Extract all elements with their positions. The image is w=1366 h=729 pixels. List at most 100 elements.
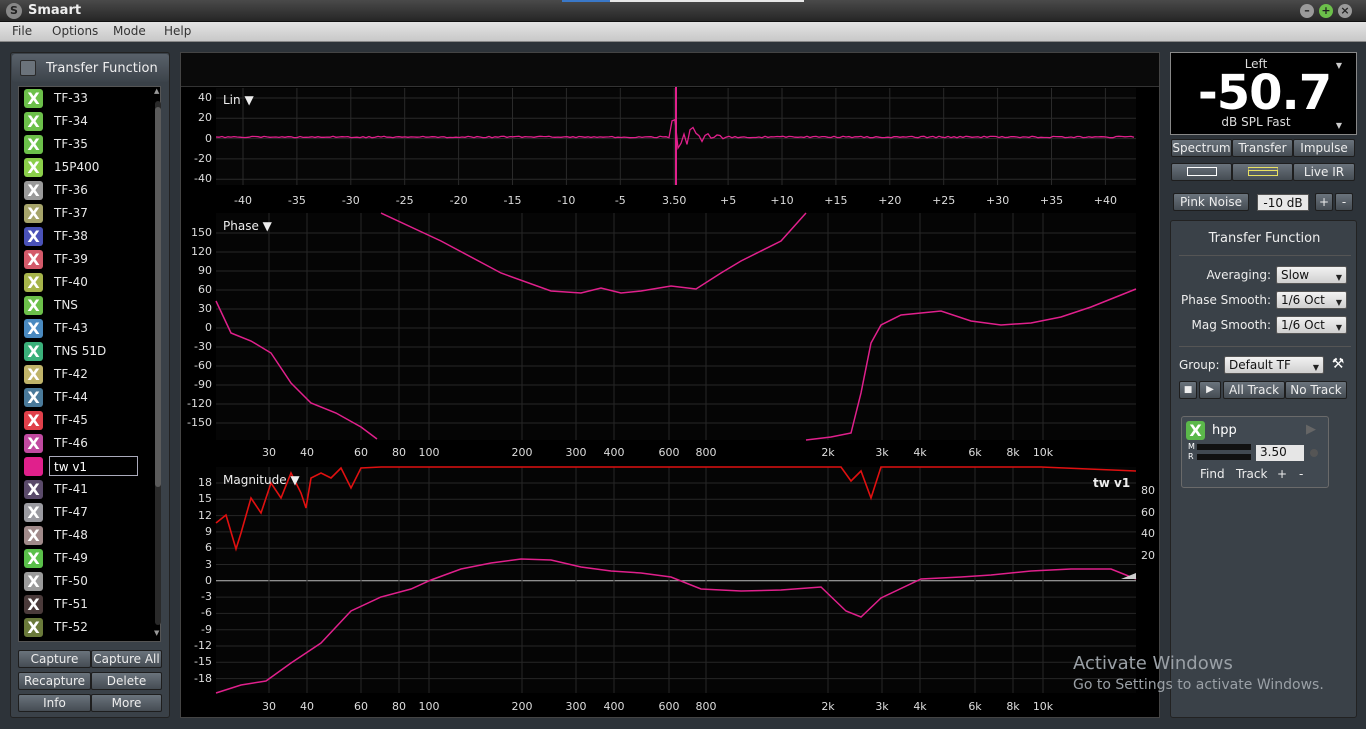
trace-toggle-icon[interactable]: X (24, 204, 43, 223)
trace-toggle-icon[interactable]: X (24, 135, 43, 154)
averaging-select[interactable]: Slow ▼ (1276, 266, 1347, 284)
trace-toggle-icon[interactable]: X (24, 388, 43, 407)
delay-plus-button[interactable]: + (1277, 467, 1287, 481)
play-button[interactable]: ▶ (1199, 381, 1221, 399)
tf-list-item[interactable]: X TF-37 (24, 202, 154, 224)
maximize-icon[interactable]: + (1319, 4, 1333, 18)
tf-list-item[interactable]: X TF-51 (24, 593, 154, 615)
phase-smooth-select[interactable]: 1/6 Oct ▼ (1276, 291, 1347, 309)
trace-toggle-icon[interactable]: X (24, 89, 43, 108)
menu-mode[interactable]: Mode (113, 24, 146, 38)
menu-file[interactable]: File (12, 24, 32, 38)
group-select[interactable]: Default TF ▼ (1224, 356, 1324, 374)
trace-toggle-icon[interactable]: X (24, 480, 43, 499)
trace-toggle-icon[interactable]: X (24, 273, 43, 292)
tf-list-item[interactable]: X TF-38 (24, 225, 154, 247)
tf-list-item[interactable]: X TF-45 (24, 409, 154, 431)
trace-toggle-icon[interactable]: X (24, 549, 43, 568)
capture-all-button[interactable]: Capture All (91, 650, 162, 668)
tf-list-item[interactable]: X TF-46 (24, 432, 154, 454)
trace-toggle-icon[interactable]: X (24, 296, 43, 315)
tab-impulse[interactable]: Impulse (1293, 139, 1355, 157)
trace-toggle-icon[interactable]: X (24, 365, 43, 384)
trace-toggle-icon[interactable]: X (24, 618, 43, 637)
tf-list-item[interactable]: X TF-42 (24, 363, 154, 385)
tf-list-item[interactable]: X TF-34 (24, 110, 154, 132)
trace-toggle-icon[interactable]: X (24, 112, 43, 131)
tf-list[interactable]: ▲ ▼ X TF-33 X TF-34 X TF-35 X 15P400 X TF-36 X TF-3… (18, 86, 161, 642)
tf-list-item[interactable]: X TF-47 (24, 501, 154, 523)
tf-list-item[interactable]: X TF-35 (24, 133, 154, 155)
scroll-up-icon[interactable]: ▲ (154, 87, 159, 95)
single-plot-button[interactable] (1171, 163, 1232, 181)
trace-toggle-icon[interactable]: X (24, 250, 43, 269)
trace-toggle-icon[interactable] (24, 457, 43, 476)
tf-list-item[interactable]: X TF-43 (24, 317, 154, 339)
phase-dropdown[interactable]: Phase ▼ (223, 219, 272, 233)
trace-toggle-icon[interactable]: X (24, 572, 43, 591)
engine-toggle-icon[interactable]: X (1186, 421, 1205, 440)
tf-name-input[interactable]: tw v1 (49, 456, 138, 476)
trace-toggle-icon[interactable]: X (24, 526, 43, 545)
live-ir-button[interactable]: Live IR (1293, 163, 1355, 181)
measurement-engine-card[interactable]: X hpp ▶ M R 3.50 Find Track + - (1181, 416, 1329, 488)
menu-help[interactable]: Help (164, 24, 191, 38)
tf-list-item[interactable]: X TF-52 (24, 616, 154, 638)
trace-toggle-icon[interactable]: X (24, 411, 43, 430)
tf-list-item[interactable]: X TF-36 (24, 179, 154, 201)
trace-toggle-icon[interactable]: X (24, 181, 43, 200)
meter-unit-dropdown-icon[interactable]: ▼ (1336, 121, 1342, 130)
pink-noise-button[interactable]: Pink Noise (1173, 193, 1249, 211)
no-track-button[interactable]: No Track (1285, 381, 1347, 399)
scroll-thumb[interactable] (155, 107, 161, 487)
trace-toggle-icon[interactable]: X (24, 342, 43, 361)
track-button[interactable]: Track (1236, 467, 1267, 481)
scroll-down-icon[interactable]: ▼ (154, 629, 159, 637)
tf-list-checkbox[interactable] (20, 60, 36, 76)
level-down-button[interactable]: - (1335, 193, 1353, 211)
stop-button[interactable]: ■ (1179, 381, 1197, 399)
tf-list-item[interactable]: X TF-44 (24, 386, 154, 408)
delete-button[interactable]: Delete (91, 672, 162, 690)
delay-minus-button[interactable]: - (1299, 467, 1303, 481)
all-track-button[interactable]: All Track (1223, 381, 1285, 399)
tf-list-item[interactable]: X 15P400 (24, 156, 154, 178)
tf-list-item[interactable]: X TNS 51D (24, 340, 154, 362)
tf-list-item[interactable]: X TF-49 (24, 547, 154, 569)
tf-list-item[interactable]: X TF-39 (24, 248, 154, 270)
delay-field[interactable]: 3.50 (1256, 445, 1304, 461)
trace-toggle-icon[interactable]: X (24, 595, 43, 614)
minimize-icon[interactable]: – (1300, 4, 1314, 18)
level-up-button[interactable]: + (1315, 193, 1333, 211)
tab-transfer[interactable]: Transfer (1232, 139, 1293, 157)
info-button[interactable]: Info (18, 694, 91, 712)
tf-list-item[interactable]: X TF-40 (24, 271, 154, 293)
tf-list-item[interactable]: X TF-50 (24, 570, 154, 592)
close-icon[interactable]: × (1338, 4, 1352, 18)
tf-list-item[interactable]: X TF-48 (24, 524, 154, 546)
trace-toggle-icon[interactable]: X (24, 434, 43, 453)
tab-spectrum[interactable]: Spectrum (1171, 139, 1232, 157)
magnitude-dropdown[interactable]: Magnitude ▼ (223, 473, 300, 487)
spl-meter[interactable]: Left -50.7 dB SPL Fast ▼ ▼ (1170, 52, 1357, 135)
trace-toggle-icon[interactable]: X (24, 227, 43, 246)
group-settings-icon[interactable]: ⚒ (1329, 356, 1347, 374)
dual-plot-button[interactable] (1232, 163, 1293, 181)
graph-area[interactable]: 40 20 0 -20 -40 -40 -35 -30 -25 -20 -15 -10 -5 3.50 +5… (180, 52, 1160, 718)
tf-list-item[interactable]: tw v1 (24, 455, 154, 477)
impulse-scale-dropdown[interactable]: Lin ▼ (223, 93, 254, 107)
trace-toggle-icon[interactable]: X (24, 503, 43, 522)
mag-smooth-select[interactable]: 1/6 Oct ▼ (1276, 316, 1347, 334)
tf-list-item[interactable]: X TNS (24, 294, 154, 316)
capture-button[interactable]: Capture (18, 650, 91, 668)
meter-channel-dropdown-icon[interactable]: ▼ (1336, 61, 1342, 70)
tf-list-item[interactable]: X TF-41 (24, 478, 154, 500)
generator-level-field[interactable]: -10 dB (1257, 194, 1309, 211)
trace-toggle-icon[interactable]: X (24, 158, 43, 177)
trace-toggle-icon[interactable]: X (24, 319, 43, 338)
list-scrollbar[interactable]: ▲ ▼ (154, 87, 162, 641)
recapture-button[interactable]: Recapture (18, 672, 91, 690)
plot-canvas[interactable] (181, 53, 1159, 717)
more-button[interactable]: More (91, 694, 162, 712)
engine-run-icon[interactable]: ▶ (1306, 422, 1316, 437)
